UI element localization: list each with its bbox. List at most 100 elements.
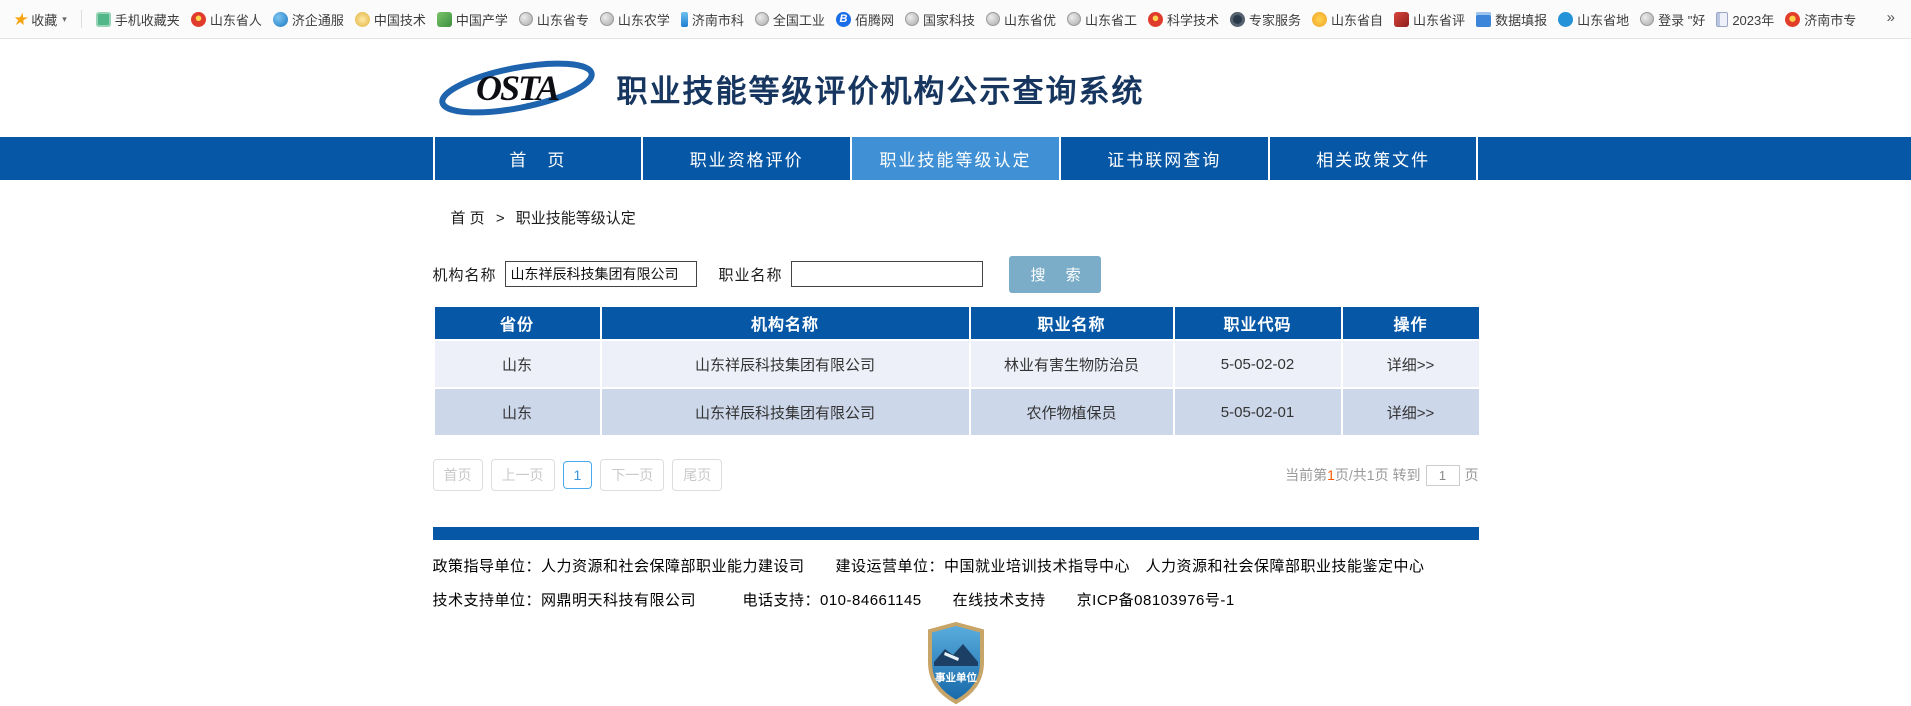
bookmark-item[interactable]: 国家科技 (905, 10, 975, 29)
site-header: OSTA 职业技能等级评价机构公示查询系统 (0, 39, 1911, 137)
bookmark-label: 济南市科 (692, 10, 744, 29)
nav-item-skill-level[interactable]: 职业技能等级认定 (850, 137, 1059, 180)
footer-divider-bar (433, 527, 1479, 540)
bookmark-item[interactable]: 专家服务 (1230, 10, 1301, 29)
table-cell: 5-05-02-02 (1174, 340, 1342, 388)
bookmark-item[interactable]: 山东省自 (1312, 10, 1383, 29)
compass-dark-icon (1230, 12, 1245, 27)
bookmark-label: 济企通服 (292, 10, 344, 29)
diamond-red-icon (1394, 12, 1409, 27)
nav-menu: 首 页职业资格评价职业技能等级认定证书联网查询相关政策文件 (433, 137, 1479, 180)
table-cell: 5-05-02-01 (1174, 388, 1342, 436)
globe-icon (519, 12, 533, 26)
nav-item-certificate[interactable]: 证书联网查询 (1059, 137, 1268, 180)
globe-icon (600, 12, 614, 26)
star-icon (12, 12, 27, 27)
nav-item-home[interactable]: 首 页 (433, 137, 642, 180)
nav-item-policy[interactable]: 相关政策文件 (1268, 137, 1479, 180)
status-prefix: 当前第 (1285, 465, 1327, 485)
bookmark-label: 山东省工 (1085, 10, 1137, 29)
bookmark-item[interactable]: 山东农学 (600, 10, 670, 29)
breadcrumb-home-link[interactable]: 首 页 (451, 210, 485, 227)
bookmark-label: 山东农学 (618, 10, 670, 29)
search-button[interactable]: 搜 索 (1009, 256, 1101, 293)
table-row: 山东山东祥辰科技集团有限公司林业有害生物防治员5-05-02-02详细>> (434, 340, 1480, 388)
pagination: 首页 上一页 1 下一页 尾页 当前第 1 页/共1页 转到 页 (433, 459, 1479, 491)
org-name-label: 机构名称 (433, 264, 497, 285)
breadcrumb-current: 职业技能等级认定 (516, 210, 636, 227)
institution-badge[interactable]: 事业单位 (925, 622, 987, 704)
goto-page-input[interactable] (1426, 465, 1460, 486)
next-page-button[interactable]: 下一页 (600, 459, 664, 491)
detail-link[interactable]: 详细>> (1342, 388, 1480, 436)
table-header-row: 省份机构名称职业名称职业代码操作 (434, 306, 1480, 340)
bookmark-label: 济南市专 (1804, 10, 1856, 29)
bookmark-label: 山东省地 (1577, 10, 1629, 29)
table-cell: 农作物植保员 (970, 388, 1174, 436)
emblem-gold-icon (1785, 12, 1800, 27)
search-form: 机构名称 职业名称 搜 索 (433, 255, 1479, 293)
main-content: 首 页 > 职业技能等级认定 机构名称 职业名称 搜 索 省份机构名称职业名称职… (433, 207, 1479, 704)
bookmark-label: 全国工业 (773, 10, 825, 29)
footer-line-1: 政策指导单位：人力资源和社会保障部职业能力建设司 建设运营单位：中国就业培训技术… (433, 555, 1479, 576)
job-name-input[interactable] (791, 261, 983, 287)
breadcrumb: 首 页 > 职业技能等级认定 (451, 207, 1479, 228)
first-page-button[interactable]: 首页 (433, 459, 483, 491)
bookmark-label: 山东省评 (1413, 10, 1465, 29)
bookmark-item[interactable]: 收藏 ▾ (12, 10, 67, 29)
bookmark-label: 收藏 (31, 10, 57, 29)
caret-down-icon: ▾ (62, 14, 67, 25)
bookmark-item[interactable]: 山东省地 (1558, 10, 1629, 29)
bookmark-item[interactable]: 数据填报 (1476, 10, 1547, 29)
emblem-red-icon (191, 12, 206, 27)
bookmark-label: 专家服务 (1249, 10, 1301, 29)
detail-link[interactable]: 详细>> (1342, 340, 1480, 388)
bookmark-label: 中国产学 (456, 10, 508, 29)
bookmark-item[interactable]: 科学技术 (1148, 10, 1219, 29)
page-unit: 页 (1465, 465, 1479, 485)
bookmark-item[interactable]: 2023年 (1716, 10, 1774, 29)
bookmark-label: 中国技术 (374, 10, 426, 29)
bookmark-item[interactable]: 济南市专 (1785, 10, 1856, 29)
notebook-icon (1716, 12, 1728, 27)
breadcrumb-separator: > (496, 210, 505, 227)
nav-item-qualification[interactable]: 职业资格评价 (641, 137, 850, 180)
globe-icon (986, 12, 1000, 26)
badge-label: 事业单位 (935, 671, 977, 684)
bookmark-item[interactable]: 中国产学 (437, 10, 508, 29)
bookmark-item[interactable]: 佰腾网 (836, 10, 894, 29)
org-name-input[interactable] (505, 261, 697, 287)
bookmark-label: 山东省优 (1004, 10, 1056, 29)
table-cell: 山东祥辰科技集团有限公司 (601, 340, 970, 388)
results-table: 省份机构名称职业名称职业代码操作 山东山东祥辰科技集团有限公司林业有害生物防治员… (433, 305, 1481, 437)
bookmarks-overflow-icon[interactable]: » (1887, 9, 1895, 26)
last-page-button[interactable]: 尾页 (672, 459, 722, 491)
globe-icon (1067, 12, 1081, 26)
badge-container: 事业单位 (433, 622, 1479, 704)
prev-page-button[interactable]: 上一页 (491, 459, 555, 491)
bookmark-item[interactable]: 济南市科 (681, 10, 744, 29)
bookmark-item[interactable]: 山东省优 (986, 10, 1056, 29)
bookmark-label: 佰腾网 (855, 10, 894, 29)
globe-icon (1640, 12, 1654, 26)
footer-line-2: 技术支持单位：网鼎明天科技有限公司 电话支持：010-84661145 在线技术… (433, 589, 1479, 610)
table-cell: 山东 (434, 340, 601, 388)
table-cell: 林业有害生物防治员 (970, 340, 1174, 388)
logo-text: OSTA (475, 68, 558, 108)
bookmarks-bar: 收藏 ▾ 手机收藏夹 山东省人 济企通服 中国技术 中国产学山东省专 山东农学 济南市科 全国工业… (0, 0, 1911, 39)
bookmark-item[interactable]: 全国工业 (755, 10, 825, 29)
bookmark-label: 山东省人 (210, 10, 262, 29)
bookmark-item[interactable]: 山东省人 (191, 10, 262, 29)
bookmark-item[interactable]: 手机收藏夹 (96, 10, 180, 29)
bookmark-item[interactable]: 中国技术 (355, 10, 426, 29)
column-header: 省份 (434, 306, 601, 340)
bookmark-item[interactable]: 济企通服 (273, 10, 344, 29)
current-page-button[interactable]: 1 (563, 461, 593, 489)
clipboard-blue-icon (1476, 12, 1491, 27)
bookmark-item[interactable]: 山东省专 (519, 10, 589, 29)
bookmark-item[interactable]: 山东省工 (1067, 10, 1137, 29)
bookmark-item[interactable]: 登录 "好 (1640, 10, 1705, 29)
divider (81, 10, 82, 28)
sun-yellow-icon (1312, 12, 1327, 27)
bookmark-item[interactable]: 山东省评 (1394, 10, 1465, 29)
